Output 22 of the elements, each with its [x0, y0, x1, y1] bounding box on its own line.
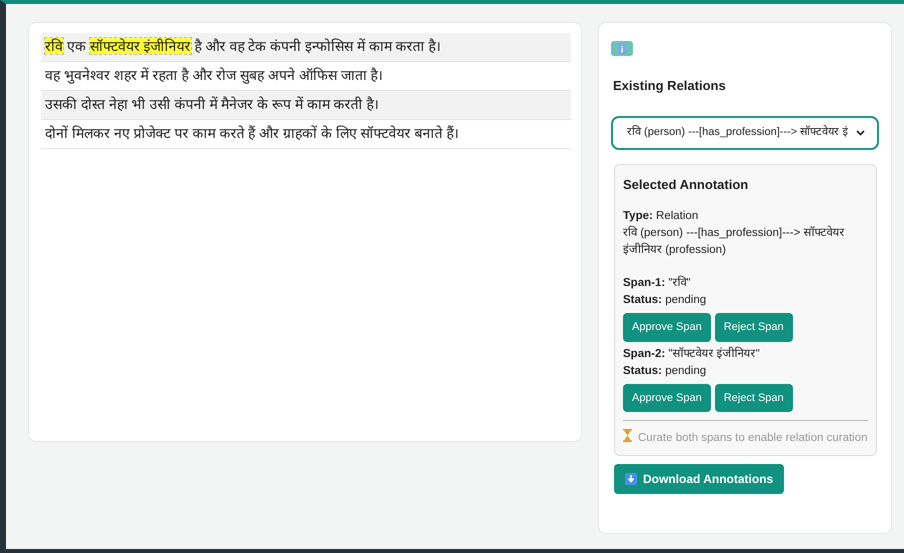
section-heading: Existing Relations — [613, 77, 727, 95]
reject-button[interactable]: Reject Span — [714, 384, 793, 412]
relation-select[interactable]: रवि (person) ---[has_profession]---> सॉफ्टवेयर इं — [611, 116, 879, 150]
reject-button[interactable]: Reject Span — [714, 313, 793, 342]
card-title: Selected Annotation — [623, 176, 750, 194]
approve-button[interactable]: Approve Span — [623, 384, 711, 412]
hint-text: Curate both spans to enable relation curation — [623, 420, 868, 447]
sentence-text: है और वह टेक कंपनी इन्फोसिस में काम करता है। — [194, 38, 441, 54]
sentence-text: उसकी दोस्त नेहा भी उसी कंपनी में मैनेजर के रूप में काम करती है। — [45, 96, 379, 112]
download-button[interactable]: Download Annotations — [614, 464, 784, 494]
span-status: Status: pending — [623, 364, 708, 378]
sentence-text: एक — [66, 38, 87, 54]
span-status: Status: pending — [623, 293, 708, 308]
approve-button[interactable]: Approve Span — [623, 313, 711, 342]
sentence-text: वह भुवनेश्वर शहर में रहता है और रोज सुबह अपने ऑफिस जाता है। — [45, 67, 383, 83]
relation-text: रवि (person) ---[has_profession]---> सॉफ्टवेयर इंजीनियर (profession) — [623, 225, 846, 258]
span-text: Span-1: "रवि" — [623, 275, 692, 291]
highlighted-span[interactable]: सॉफ्टवेयर इंजीनियर — [90, 38, 191, 54]
sentence-text: दोनों मिलकर नए प्रोजेक्ट पर काम करते हैं और ग्राहकों के लिए सॉफ्टवेयर बनाते हैं। — [45, 125, 458, 141]
highlighted-span[interactable]: रवि — [45, 38, 63, 54]
span-text: Span-2: "सॉफ्टवेयर इंजीनियर" — [623, 346, 761, 362]
annotation-type: Type: Relation — [623, 209, 700, 224]
